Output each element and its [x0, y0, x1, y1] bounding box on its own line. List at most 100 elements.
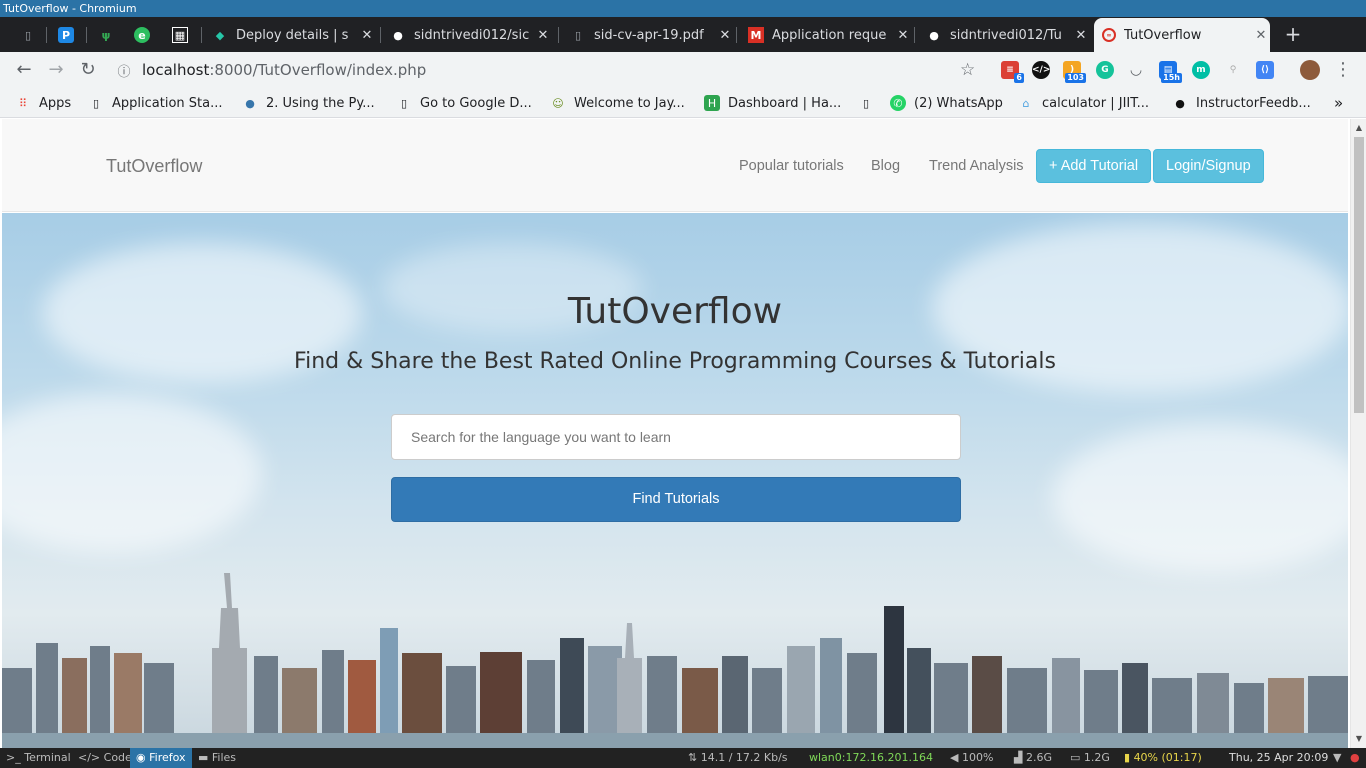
- plant-icon: ψ: [101, 28, 111, 42]
- find-tutorials-button[interactable]: Find Tutorials: [391, 477, 961, 522]
- close-icon[interactable]: ✕: [358, 28, 376, 43]
- bookmark-application-status[interactable]: ▯ Application Sta...: [88, 93, 223, 113]
- battery-text: 40% (01:17): [1133, 751, 1202, 764]
- badge: 103: [1065, 73, 1086, 83]
- page-icon: ▯: [862, 96, 870, 110]
- url-text: localhost:8000/TutOverflow/index.php: [142, 61, 426, 79]
- info-icon[interactable]: ⓘ: [112, 61, 136, 80]
- grammarly-icon[interactable]: G: [1096, 61, 1114, 79]
- bookmark-welcome[interactable]: ☺ Welcome to Jay...: [550, 93, 685, 113]
- login-signup-button[interactable]: Login/Signup: [1153, 149, 1264, 183]
- devtools-icon[interactable]: ⟨⟩: [1256, 61, 1274, 79]
- taskbar-firefox[interactable]: ◉ Firefox: [130, 748, 192, 768]
- bookmark-apps[interactable]: ⠿ Apps: [15, 93, 71, 113]
- bookmark-label: Go to Google D...: [420, 95, 532, 111]
- net-speed-text: 14.1 / 17.2 Kb/s: [700, 751, 788, 764]
- mercury-icon[interactable]: m: [1192, 61, 1210, 79]
- clock-icon[interactable]: ▤ 15h: [1159, 61, 1182, 83]
- address-bar[interactable]: ⓘ localhost:8000/TutOverflow/index.php: [112, 56, 992, 84]
- tab-label: sidntrivedi012/Tu: [950, 27, 1062, 43]
- scroll-down-icon[interactable]: ▼: [1351, 732, 1366, 746]
- menu-icon[interactable]: ⋮: [1332, 59, 1354, 81]
- taskbar-files[interactable]: ▬ Files: [198, 748, 236, 768]
- url-host: localhost: [142, 61, 210, 79]
- site-brand[interactable]: TutOverflow: [106, 156, 202, 177]
- nav-blog[interactable]: Blog: [871, 158, 900, 174]
- bookmarks-overflow-icon[interactable]: »: [1334, 93, 1343, 113]
- window-title: TutOverflow - Chromium: [0, 0, 1366, 17]
- site-navbar: TutOverflow Popular tutorials Blog Trend…: [2, 119, 1348, 212]
- close-icon[interactable]: ✕: [534, 28, 552, 43]
- add-tutorial-button[interactable]: + Add Tutorial: [1036, 149, 1152, 183]
- tab-label: sid-cv-apr-19.pdf: [594, 27, 704, 43]
- bookmark-blank[interactable]: ▯: [858, 93, 882, 113]
- tab-cv-pdf[interactable]: ▯ sid-cv-apr-19.pdf ✕: [562, 18, 734, 52]
- taskbar-terminal[interactable]: >_ Terminal: [6, 748, 71, 768]
- rss-icon[interactable]: ) 103: [1063, 61, 1086, 83]
- tab-pinned-2[interactable]: P: [50, 18, 86, 52]
- browser-toolbar: ← → ↻ ⓘ localhost:8000/TutOverflow/index…: [0, 52, 1366, 88]
- bookmark-label: 2. Using the Py...: [266, 95, 375, 111]
- whatsapp-icon: ✆: [890, 95, 906, 111]
- tab-github-1[interactable]: ● sidntrivedi012/sic ✕: [382, 18, 552, 52]
- close-icon[interactable]: ✕: [1252, 28, 1270, 43]
- bookmark-python[interactable]: ● 2. Using the Py...: [242, 93, 375, 113]
- bookmark-hackerearth[interactable]: H Dashboard | Ha...: [704, 93, 841, 113]
- hero-title: TutOverflow: [567, 291, 783, 332]
- battery-icon: ▮: [1124, 751, 1134, 764]
- bookmark-whatsapp[interactable]: ✆ (2) WhatsApp: [890, 93, 1003, 113]
- forward-button[interactable]: →: [45, 59, 67, 81]
- tree-icon[interactable]: ⚲: [1224, 61, 1242, 79]
- tab-pinned-5[interactable]: ▦: [164, 18, 200, 52]
- bookmark-label: InstructorFeedb...: [1196, 95, 1311, 111]
- tab-pinned-3[interactable]: ψ: [90, 18, 124, 52]
- tab-gmail[interactable]: M Application reque ✕: [740, 18, 912, 52]
- reload-button[interactable]: ↻: [77, 59, 99, 81]
- taskbar-label: Terminal: [24, 751, 71, 764]
- bookmark-google-drive[interactable]: ▯ Go to Google D...: [396, 93, 532, 113]
- github-icon: ●: [1175, 96, 1185, 110]
- tab-github-2[interactable]: ● sidntrivedi012/Tu ✕: [918, 18, 1090, 52]
- taskbar-label: Files: [211, 751, 237, 764]
- power-icon[interactable]: ●: [1350, 748, 1360, 768]
- tab-tutoverflow[interactable]: ∞ TutOverflow ✕: [1094, 18, 1270, 52]
- bookmark-label: Dashboard | Ha...: [728, 95, 842, 111]
- pocket-icon[interactable]: ◡: [1127, 61, 1145, 79]
- language-search-input[interactable]: [391, 414, 961, 460]
- hackerearth-icon: H: [704, 95, 720, 111]
- scrollbar-thumb[interactable]: [1354, 137, 1364, 413]
- netlify-icon: ◆: [215, 28, 225, 42]
- todoist-icon[interactable]: ≡ 6: [1001, 61, 1024, 83]
- network-arrows-icon: ⇅: [688, 751, 701, 764]
- clock[interactable]: Thu, 25 Apr 20:09: [1229, 748, 1328, 768]
- page-viewport: TutOverflow Popular tutorials Blog Trend…: [0, 119, 1366, 748]
- tab-deploy[interactable]: ◆ Deploy details | s ✕: [204, 18, 376, 52]
- page-scrollbar[interactable]: ▲ ▼: [1350, 119, 1366, 748]
- volume-status[interactable]: ◀ 100%: [950, 748, 993, 768]
- close-icon[interactable]: ✕: [716, 28, 734, 43]
- bookmark-instructor-feedback[interactable]: ● InstructorFeedb...: [1172, 93, 1311, 113]
- taskbar-label: Firefox: [149, 751, 186, 764]
- nav-popular-tutorials[interactable]: Popular tutorials: [739, 158, 844, 174]
- bookmark-star-icon[interactable]: ☆: [960, 60, 975, 80]
- scroll-up-icon[interactable]: ▲: [1351, 121, 1366, 135]
- folder-icon: ▬: [198, 751, 212, 764]
- memory-text: 2.6G: [1025, 751, 1052, 764]
- tab-pinned-4[interactable]: e: [126, 18, 162, 52]
- tab-pinned-1[interactable]: ▯: [12, 18, 46, 52]
- wlan-status: wlan0:172.16.201.164: [809, 751, 933, 764]
- code-icon[interactable]: </>: [1032, 61, 1050, 79]
- new-tab-button[interactable]: +: [1282, 23, 1304, 45]
- nav-trend-analysis[interactable]: Trend Analysis: [929, 158, 1024, 174]
- back-button[interactable]: ←: [13, 59, 35, 81]
- taskbar-code[interactable]: </> Code: [78, 748, 132, 768]
- github-icon: ●: [393, 28, 403, 42]
- close-icon[interactable]: ✕: [894, 28, 912, 43]
- avatar[interactable]: [1300, 60, 1320, 80]
- pycharm-icon: P: [58, 27, 74, 43]
- bookmark-label: Welcome to Jay...: [574, 95, 685, 111]
- apps-grid-icon: ⠿: [18, 96, 28, 110]
- bookmark-calculator[interactable]: ⌂ calculator | JIIT...: [1018, 93, 1150, 113]
- wifi-icon[interactable]: ▼: [1333, 748, 1341, 768]
- close-icon[interactable]: ✕: [1072, 28, 1090, 43]
